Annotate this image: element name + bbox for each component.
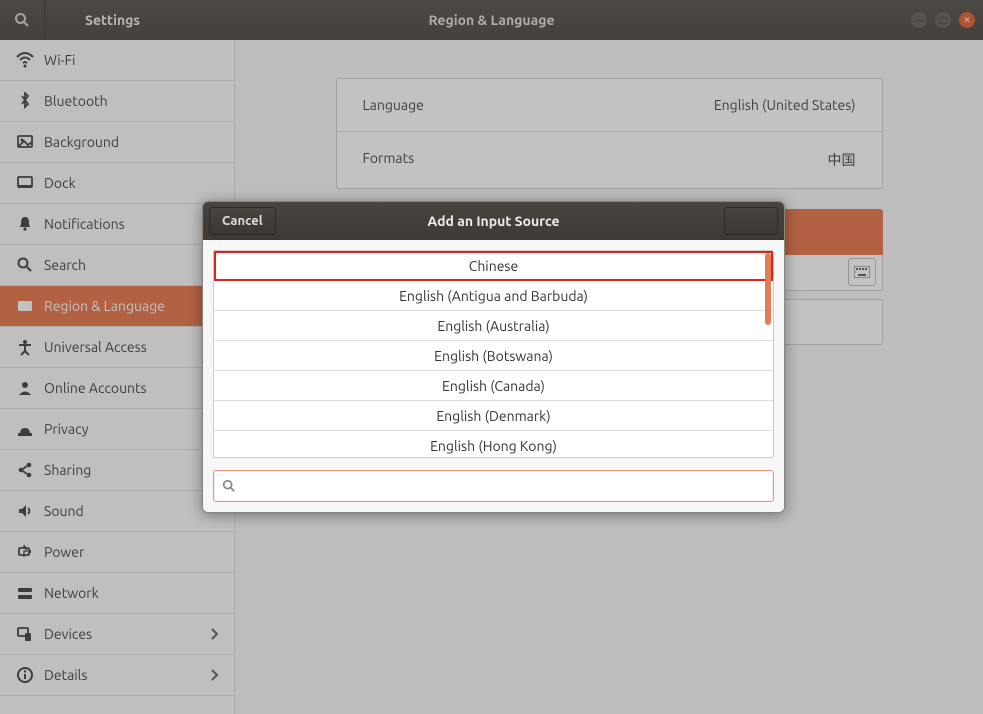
dialog-header: Cancel Add an Input Source bbox=[203, 202, 784, 240]
input-source-option[interactable]: English (Botswana) bbox=[214, 341, 773, 371]
input-source-list[interactable]: ChineseEnglish (Antigua and Barbuda)Engl… bbox=[213, 250, 774, 458]
input-source-option[interactable]: English (Australia) bbox=[214, 311, 773, 341]
input-source-option[interactable]: Chinese bbox=[214, 251, 773, 281]
add-input-source-dialog: Cancel Add an Input Source ChineseEnglis… bbox=[202, 201, 785, 513]
cancel-button[interactable]: Cancel bbox=[209, 207, 276, 235]
search-input[interactable] bbox=[242, 479, 765, 493]
search-box[interactable] bbox=[213, 470, 774, 502]
cancel-label: Cancel bbox=[222, 214, 263, 228]
input-source-option[interactable]: English (Hong Kong) bbox=[214, 431, 773, 458]
input-source-option[interactable]: English (Denmark) bbox=[214, 401, 773, 431]
input-source-option[interactable]: English (Antigua and Barbuda) bbox=[214, 281, 773, 311]
dialog-title: Add an Input Source bbox=[427, 213, 559, 229]
search-icon bbox=[222, 479, 236, 493]
input-source-option[interactable]: English (Canada) bbox=[214, 371, 773, 401]
add-button[interactable] bbox=[724, 207, 778, 235]
scrollbar-thumb[interactable] bbox=[765, 253, 771, 325]
dialog-body: ChineseEnglish (Antigua and Barbuda)Engl… bbox=[203, 240, 784, 512]
